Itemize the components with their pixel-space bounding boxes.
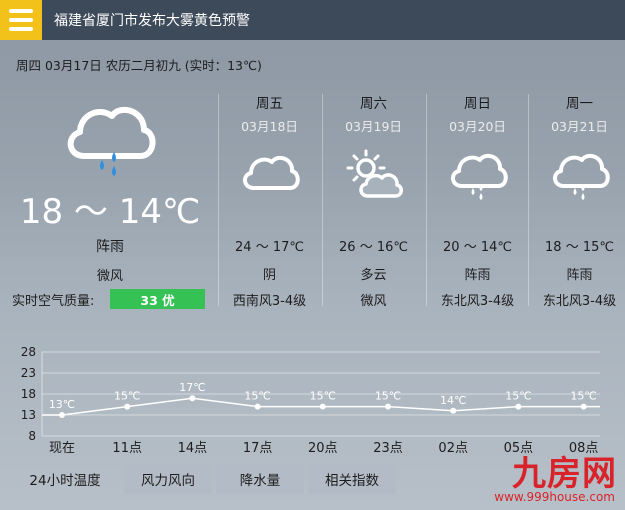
- forecast-wind: 微风: [360, 294, 387, 309]
- data-point: [254, 403, 261, 410]
- data-point: [189, 395, 196, 402]
- forecast-date: 03月19日: [345, 119, 402, 134]
- data-label: 17℃: [179, 381, 205, 394]
- today-temp-range: 18 ～ 14℃: [19, 192, 201, 232]
- today-date-line: 周四 03月17日 农历二月初九 (实时：13℃): [16, 58, 262, 73]
- today-panel: 18 ～ 14℃ 阵雨 微风 实时空气质量: 33 优: [0, 80, 220, 320]
- data-label: 14℃: [440, 394, 466, 407]
- data-point: [124, 403, 131, 410]
- temperature-chart: 28 23 18 13 8 13℃ 15℃ 17℃ 15℃ 15℃ 15℃ 14℃ 15℃ 15℃ 现在 11…: [0, 336, 625, 464]
- top-bar: 福建省厦门市发布大雾黄色预警: [0, 0, 625, 40]
- y-tick-label: 8: [28, 429, 36, 443]
- x-tick-label: 23点: [373, 441, 403, 456]
- logo-url: www.999house.com: [494, 490, 615, 504]
- air-quality-label: 实时空气质量:: [12, 294, 95, 309]
- data-label: 13℃: [49, 398, 75, 411]
- forecast-day: 周六 03月19日 26 ～ 16℃ 多云 微风: [322, 90, 425, 310]
- forecast-condition: 阴: [262, 268, 276, 283]
- data-point: [450, 407, 457, 414]
- rain-cloud-icon: [451, 153, 508, 200]
- data-point: [59, 412, 65, 418]
- forecast-wind: 东北风3-4级: [542, 294, 617, 309]
- forecast-condition: 阵雨: [566, 268, 593, 283]
- cloud-icon: [243, 155, 300, 190]
- y-tick-label: 13: [21, 408, 36, 422]
- forecast-wind: 西南风3-4级: [232, 294, 307, 309]
- alert-title[interactable]: 福建省厦门市发布大雾黄色预警: [54, 10, 250, 30]
- x-tick-label: 02点: [438, 441, 468, 456]
- forecast-temp: 26 ～ 16℃: [339, 240, 408, 255]
- forecast-wind: 东北风3-4级: [440, 294, 515, 309]
- data-label: 15℃: [375, 390, 401, 403]
- y-tick-label: 28: [21, 345, 36, 359]
- y-tick-label: 23: [21, 366, 36, 380]
- air-quality-badge[interactable]: 33 优: [110, 289, 205, 309]
- today-condition: 阵雨: [96, 239, 124, 255]
- forecast-temp: 18 ～ 15℃: [545, 240, 614, 255]
- forecast-condition: 多云: [360, 268, 387, 283]
- data-point: [319, 403, 326, 410]
- data-point: [580, 403, 587, 410]
- forecast-date: 03月21日: [551, 119, 608, 134]
- rain-cloud-icon: [553, 153, 610, 200]
- tab-precipitation[interactable]: 降水量: [216, 464, 304, 494]
- x-tick-label: 20点: [308, 441, 338, 456]
- y-tick-label: 18: [21, 387, 36, 401]
- tab-wind[interactable]: 风力风向: [124, 464, 212, 494]
- forecast-day-name: 周六: [360, 96, 387, 112]
- forecast-condition: 阵雨: [464, 268, 491, 283]
- forecast-day: 周五 03月18日 24 ～ 17℃ 阴 西南风3-4级: [218, 90, 321, 310]
- forecast-day: 周一 03月21日 18 ～ 15℃ 阵雨 东北风3-4级: [528, 90, 625, 310]
- data-point: [515, 403, 522, 410]
- tab-indices[interactable]: 相关指数: [308, 464, 396, 494]
- tab-temperature[interactable]: 24小时温度: [10, 464, 120, 494]
- data-label: 15℃: [570, 390, 596, 403]
- forecast-temp: 20 ～ 14℃: [443, 240, 512, 255]
- rain-cloud-icon: [67, 106, 156, 176]
- forecast-day: 周日 03月20日 20 ～ 14℃ 阵雨 东北风3-4级: [426, 90, 529, 310]
- forecast-date: 03月20日: [449, 119, 506, 134]
- x-tick-label: 11点: [112, 441, 142, 456]
- data-label: 15℃: [505, 390, 531, 403]
- logo-text: 九房网: [512, 454, 617, 494]
- partly-cloudy-icon: [346, 149, 403, 198]
- data-point: [385, 403, 391, 410]
- today-wind: 微风: [96, 269, 123, 284]
- x-tick-label: 14点: [178, 441, 208, 456]
- forecast-day-name: 周五: [256, 96, 283, 112]
- forecast-day-name: 周日: [464, 96, 491, 112]
- forecast-day-name: 周一: [566, 96, 593, 112]
- chart-tabs: 24小时温度 风力风向 降水量 相关指数: [10, 464, 400, 494]
- data-label: 15℃: [310, 390, 336, 403]
- chart-svg: 28 23 18 13 8 13℃ 15℃ 17℃ 15℃ 15℃ 15℃ 14℃ 15℃ 15℃ 现在 11…: [21, 345, 600, 456]
- data-label: 15℃: [114, 390, 140, 403]
- menu-icon[interactable]: [0, 0, 42, 40]
- x-tick-label: 现在: [49, 441, 75, 456]
- forecast-date: 03月18日: [241, 119, 298, 134]
- x-tick-label: 17点: [243, 441, 273, 456]
- forecast-temp: 24 ～ 17℃: [235, 240, 304, 255]
- site-logo: 九房网 www.999house.com: [467, 446, 617, 508]
- data-label: 15℃: [244, 390, 270, 403]
